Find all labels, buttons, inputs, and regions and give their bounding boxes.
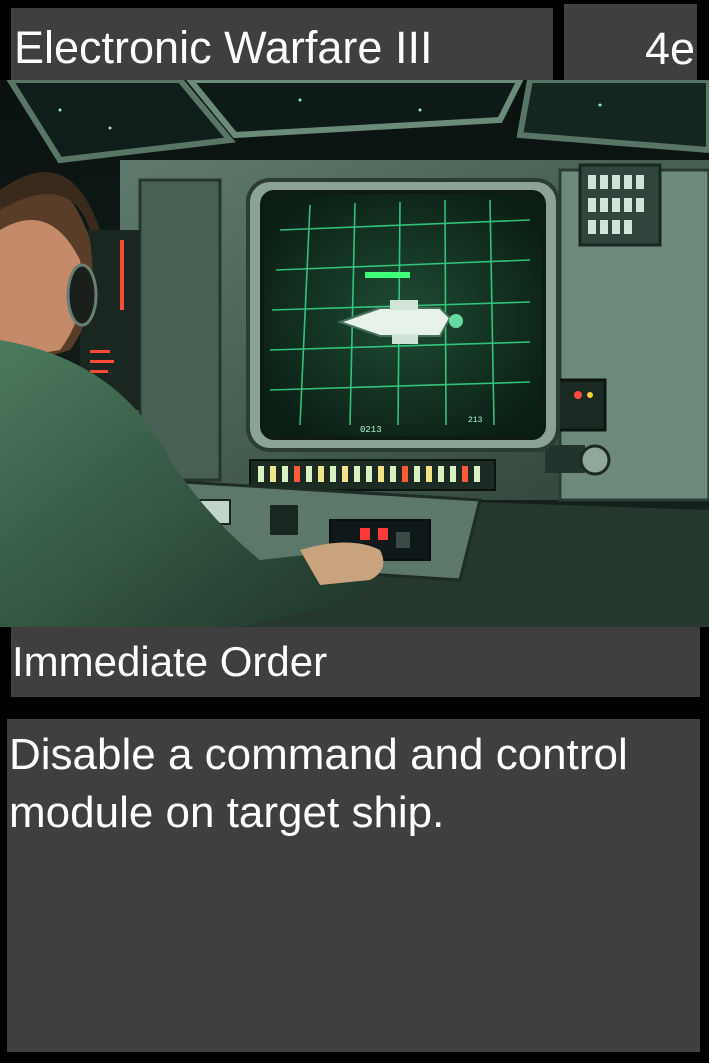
radar-screen: 0213 213: [246, 178, 560, 452]
card-rules-text: Disable a command and control module on …: [7, 719, 700, 1052]
card-cost: 4e: [564, 4, 697, 80]
screen-readout: 0213: [360, 425, 382, 435]
screen-readout-2: 213: [468, 416, 483, 425]
card-title: Electronic Warfare III: [11, 8, 553, 80]
card-artwork: 0213 213: [0, 80, 709, 627]
indicator-strip: [249, 459, 496, 491]
card-type: Immediate Order: [11, 627, 700, 697]
